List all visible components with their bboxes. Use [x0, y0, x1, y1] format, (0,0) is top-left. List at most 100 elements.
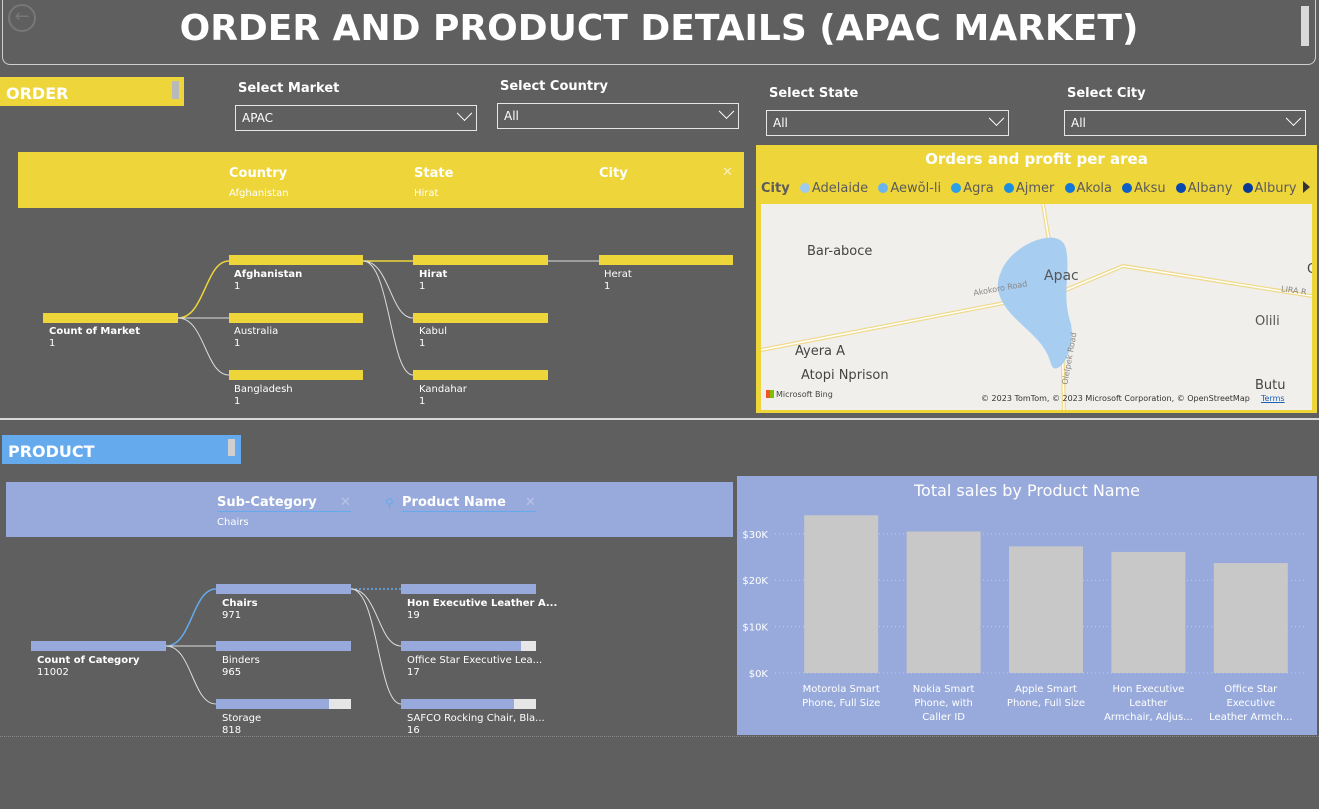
- tree-node-root: Count of Market 1: [49, 326, 140, 350]
- order-tag-scrollbar[interactable]: [172, 81, 179, 99]
- title-scrollbar[interactable]: [1301, 6, 1309, 46]
- tree-node-value: 1: [234, 338, 241, 349]
- country-dropdown[interactable]: All: [497, 103, 739, 129]
- map-canvas[interactable]: Bar-aboce Apac Olili Ayera A Atopi Npris…: [761, 204, 1312, 410]
- legend-dot: [878, 183, 889, 193]
- tree-column-title-country[interactable]: Country: [229, 166, 287, 181]
- tree-node-herat: Herat 1: [604, 269, 632, 293]
- state-slicer-label: Select State: [769, 86, 859, 101]
- legend-next-arrow-icon[interactable]: [1303, 181, 1310, 193]
- legend-item[interactable]: Adelaide: [794, 181, 868, 196]
- tree-node-value: 16: [407, 725, 420, 733]
- tree-bar-bangladesh[interactable]: [229, 370, 363, 380]
- tree-bar-binders[interactable]: [216, 641, 351, 651]
- tree-bar-australia[interactable]: [229, 313, 363, 323]
- tree-column-title-subcategory[interactable]: Sub-Category: [217, 495, 351, 512]
- tree-bar-fill: [401, 584, 536, 594]
- microsoft-logo-icon: [766, 390, 774, 398]
- legend-item[interactable]: Akola: [1059, 181, 1113, 196]
- tree-column-title-state[interactable]: State: [414, 166, 453, 181]
- tree-bar-product-3[interactable]: [401, 699, 536, 709]
- x-tick-label-line: Leather Armch...: [1209, 712, 1292, 723]
- tree-bar-chairs[interactable]: [216, 584, 351, 594]
- tree-node-binders: Binders 965: [222, 655, 260, 679]
- bottom-dotted-line: [0, 736, 1319, 737]
- close-icon[interactable]: ✕: [722, 165, 733, 180]
- tree-bar-product-1[interactable]: [401, 584, 536, 594]
- tree-node-bangladesh: Bangladesh 1: [234, 384, 293, 408]
- x-tick-label: Motorola Smart Phone, Full Size: [802, 684, 880, 709]
- tree-node-label: Count of Category: [37, 655, 140, 666]
- tree-node-label: Hirat: [419, 269, 448, 280]
- legend-dot: [951, 183, 962, 193]
- bing-logo: Microsoft Bing: [766, 390, 833, 399]
- tree-node-label: Afghanistan: [234, 269, 303, 280]
- tree-bar-root[interactable]: [43, 313, 178, 323]
- tree-node-hirat: Hirat 1: [419, 269, 447, 293]
- tree-node-product-1: Hon Executive Leather A... 19: [407, 598, 557, 622]
- map-place-label: Ayera A: [795, 344, 846, 359]
- bar[interactable]: [804, 515, 879, 673]
- tree-column-title-product-name[interactable]: Product Name: [402, 495, 536, 512]
- tree-node-label: Bangladesh: [234, 384, 293, 395]
- legend-item[interactable]: Aewŏl-li: [872, 181, 941, 196]
- x-tick-label-line: Nokia Smart: [913, 684, 975, 695]
- close-icon[interactable]: ✕: [340, 495, 351, 510]
- tree-column-title-city[interactable]: City: [599, 166, 628, 181]
- legend-item[interactable]: Agra: [945, 181, 994, 196]
- tree-bar-kandahar[interactable]: [413, 370, 548, 380]
- section-divider: [0, 418, 1319, 420]
- x-tick-label-line: Hon Executive: [1112, 684, 1184, 695]
- tree-node-value: 11002: [37, 667, 69, 678]
- legend-label: Ajmer: [1015, 181, 1055, 196]
- map-terms-link[interactable]: Terms: [1261, 394, 1285, 403]
- legend-item[interactable]: Aksu: [1116, 181, 1166, 196]
- map-place-label: O: [1307, 262, 1312, 277]
- tree-node-australia: Australia 1: [234, 326, 278, 350]
- bar[interactable]: [1111, 551, 1186, 673]
- bar[interactable]: [906, 531, 981, 673]
- bar[interactable]: [1213, 563, 1288, 673]
- legend-item[interactable]: Albury: [1237, 181, 1297, 196]
- close-icon[interactable]: ✕: [525, 495, 536, 510]
- tree-bar-hirat[interactable]: [413, 255, 548, 265]
- market-slicer-label: Select Market: [238, 81, 340, 96]
- product-tag-scrollbar[interactable]: [228, 439, 235, 456]
- legend-label: Albury: [1254, 181, 1297, 196]
- tree-bar-fill: [401, 699, 515, 709]
- city-dropdown[interactable]: All: [1064, 110, 1306, 136]
- bing-brand-text: Microsoft Bing: [776, 390, 833, 399]
- legend-item[interactable]: Albany: [1170, 181, 1233, 196]
- legend-label: Albany: [1187, 181, 1233, 196]
- total-sales-bar-chart: $0K $10K $20K $30K Motorola Smart Phone, Full…: [742, 515, 1307, 723]
- tree-bar-root[interactable]: [31, 641, 166, 651]
- legend-item[interactable]: Ajmer: [998, 181, 1055, 196]
- tree-bar-herat[interactable]: [599, 255, 733, 265]
- map-title: Orders and profit per area: [925, 150, 1148, 168]
- legend-label: Akola: [1076, 181, 1113, 196]
- y-tick-label: $20K: [742, 576, 768, 587]
- back-arrow-icon[interactable]: ←: [8, 4, 36, 32]
- x-tick-label-line: Phone, Full Size: [1007, 698, 1085, 709]
- map-legend: City Adelaide Aewŏl-li Agra Ajmer Akola …: [761, 181, 1297, 196]
- legend-label: Aksu: [1134, 181, 1166, 196]
- tree-node-afghanistan: Afghanistan 1: [234, 269, 302, 293]
- state-dropdown-value: All: [773, 116, 788, 130]
- tree-bar-storage[interactable]: [216, 699, 351, 709]
- map-place-label: Bar-aboce: [807, 244, 873, 259]
- tree-node-value: 1: [419, 338, 426, 349]
- tree-node-root: Count of Category 11002: [37, 655, 140, 679]
- market-dropdown[interactable]: APAC: [235, 105, 477, 131]
- pin-icon[interactable]: ⚲: [385, 496, 394, 510]
- tree-bar-fill: [216, 641, 351, 651]
- product-section-tag: PRODUCT: [2, 435, 241, 464]
- state-dropdown[interactable]: All: [766, 110, 1009, 136]
- map-copyright: © 2023 TomTom, © 2023 Microsoft Corporat…: [981, 394, 1250, 403]
- tree-bar-kabul[interactable]: [413, 313, 548, 323]
- y-tick-label: $0K: [749, 669, 769, 680]
- tree-bar-afghanistan[interactable]: [229, 255, 363, 265]
- tree-bar-product-2[interactable]: [401, 641, 536, 651]
- bar[interactable]: [1009, 546, 1083, 673]
- x-tick-label-line: Office Star: [1224, 684, 1278, 695]
- legend-title: City: [761, 181, 790, 196]
